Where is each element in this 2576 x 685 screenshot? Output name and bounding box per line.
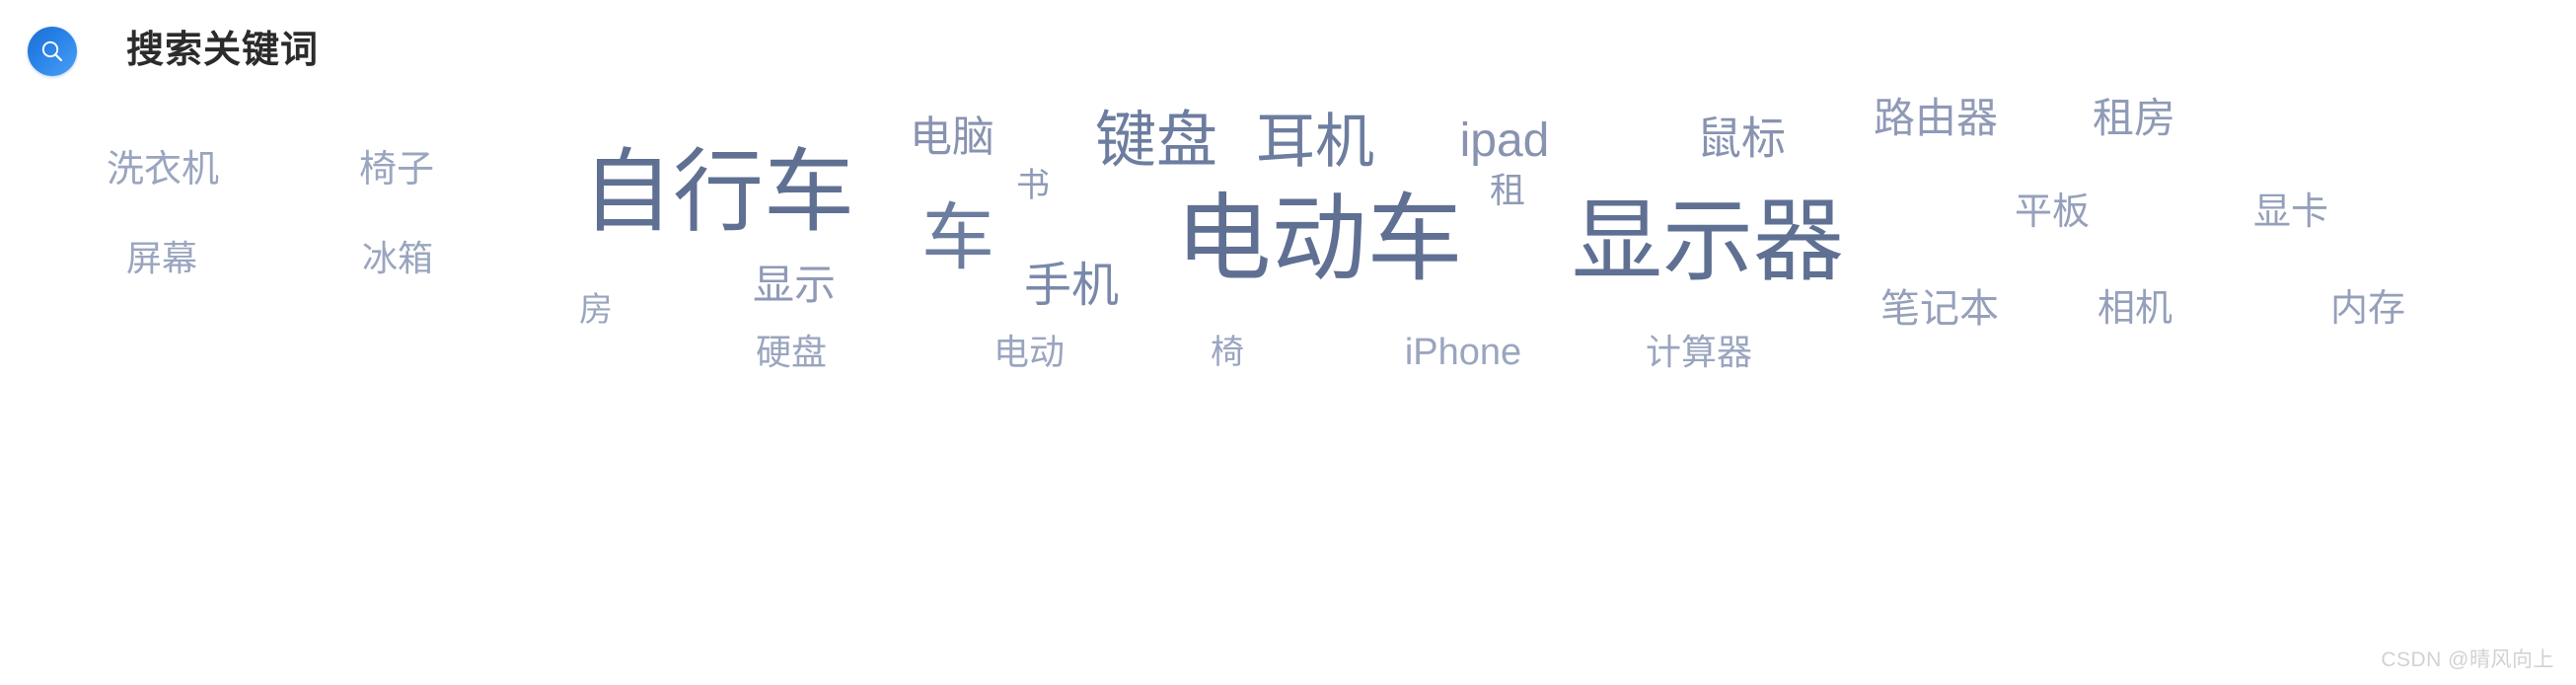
word-cloud: 自行车 电动车 显示器 键盘 耳机车手机 ipad 鼠标 电脑 显示 路由器 租房 笔记本 平板 显卡 相机… [0, 94, 2576, 647]
word-cloud-item[interactable]: 显示 [753, 265, 836, 306]
word-cloud-item[interactable]: 平板 [2015, 193, 2090, 231]
word-cloud-item[interactable]: 房 [579, 293, 613, 327]
word-cloud-item[interactable]: 租 [1490, 173, 1525, 208]
word-cloud-item[interactable]: 耳机 [1256, 113, 1374, 172]
word-cloud-item[interactable]: 书 [1016, 169, 1050, 202]
word-cloud-item[interactable]: 键盘 [1095, 111, 1217, 172]
word-cloud-item[interactable]: 椅子 [359, 151, 434, 189]
word-cloud-item[interactable]: 车 [921, 201, 994, 274]
word-cloud-item[interactable]: 椅 [1211, 336, 1244, 369]
word-cloud-item[interactable]: 屏幕 [126, 241, 197, 276]
word-cloud-item[interactable]: 鼠标 [1697, 116, 1786, 161]
word-cloud-item[interactable]: 手机 [1024, 263, 1119, 310]
word-cloud-item[interactable]: 租房 [2093, 98, 2175, 139]
word-cloud-item[interactable]: 相机 [2098, 290, 2172, 328]
word-cloud-item[interactable]: 硬盘 [756, 335, 827, 370]
word-cloud-item[interactable]: 笔记本 [1880, 289, 1999, 329]
word-cloud-item[interactable]: 内存 [2330, 290, 2405, 328]
word-cloud-item[interactable]: 显示器 [1572, 196, 1844, 287]
word-cloud-item[interactable]: 路由器 [1874, 98, 1998, 139]
word-cloud-item[interactable]: 显卡 [2253, 193, 2328, 231]
word-cloud-item[interactable]: ipad [1460, 117, 1550, 165]
word-cloud-item[interactable]: 电动 [994, 335, 1065, 370]
word-cloud-item[interactable]: 自行车 [582, 147, 854, 238]
word-cloud-item[interactable]: 计算器 [1646, 335, 1752, 370]
word-cloud-item[interactable]: 冰箱 [362, 241, 433, 276]
watermark: CSDN @晴风向上 [2381, 648, 2554, 671]
word-cloud-item[interactable]: iPhone [1405, 334, 1521, 371]
panel-header: 搜索关键词 [0, 0, 2576, 94]
word-cloud-item[interactable]: 洗衣机 [107, 151, 219, 189]
search-icon-badge [28, 27, 77, 76]
page-title: 搜索关键词 [126, 30, 320, 71]
word-cloud-item[interactable]: 电动车 [1176, 191, 1463, 287]
word-cloud-item[interactable]: 电脑 [910, 116, 994, 160]
